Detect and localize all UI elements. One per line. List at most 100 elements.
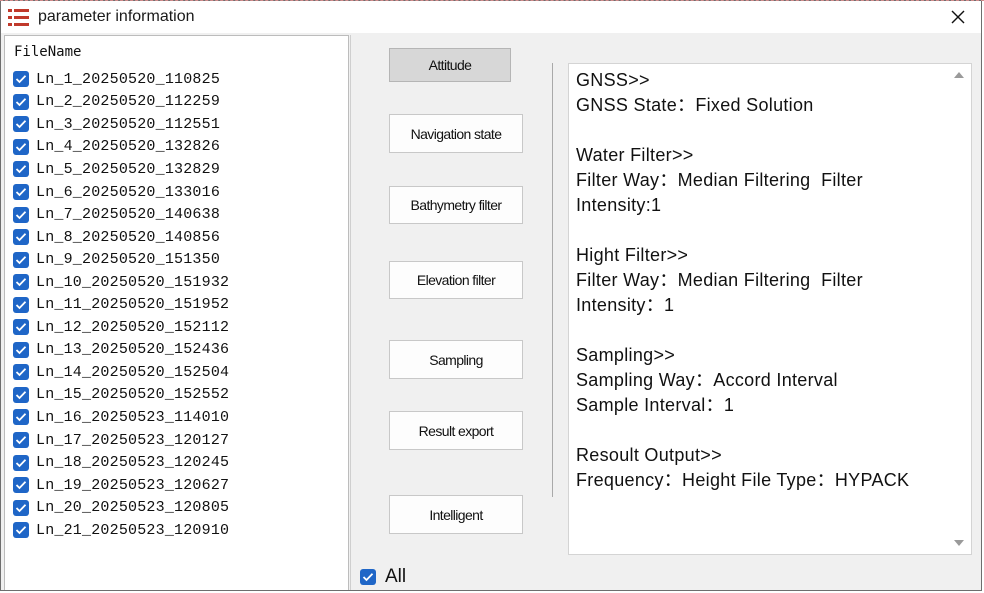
- file-name: Ln_20_20250523_120805: [36, 499, 230, 517]
- file-checkbox[interactable]: [13, 138, 29, 155]
- file-list-item[interactable]: Ln_9_20250520_151350: [13, 248, 229, 271]
- file-checkbox[interactable]: [13, 477, 29, 494]
- file-checkbox[interactable]: [13, 206, 29, 223]
- file-list-item[interactable]: Ln_18_20250523_120245: [13, 451, 229, 474]
- file-checkbox[interactable]: [13, 71, 29, 88]
- file-list-item[interactable]: Ln_19_20250523_120627: [13, 474, 229, 497]
- sampling-button[interactable]: Sampling: [389, 340, 523, 379]
- file-name: Ln_10_20250520_151932: [36, 273, 230, 291]
- file-name: Ln_13_20250520_152436: [36, 341, 230, 359]
- file-list: Ln_1_20250520_110825 Ln_2_20250520_112259…: [13, 68, 229, 541]
- file-list-item[interactable]: Ln_15_20250520_152552: [13, 384, 229, 407]
- file-list-item[interactable]: Ln_13_20250520_152436: [13, 339, 229, 362]
- checkmark-icon: [15, 323, 27, 332]
- checkmark-icon: [15, 436, 27, 445]
- file-checkbox[interactable]: [13, 251, 29, 268]
- intelligent-button[interactable]: Intelligent: [389, 495, 523, 534]
- checkmark-icon: [15, 300, 27, 310]
- app-menu-icon: [8, 9, 29, 26]
- checkmark-icon: [15, 210, 27, 219]
- file-checkbox[interactable]: [13, 364, 29, 381]
- file-checkbox[interactable]: [13, 319, 29, 336]
- info-group-border: [552, 63, 553, 497]
- bathymetry-filter-button[interactable]: Bathymetry filter: [389, 186, 523, 224]
- parameter-info-textbox[interactable]: GNSS>> GNSS State：Fixed Solution Water F…: [568, 63, 972, 555]
- checkmark-icon: [15, 458, 27, 467]
- file-list-item[interactable]: Ln_10_20250520_151932: [13, 271, 229, 294]
- elevation-filter-button[interactable]: Elevation filter: [389, 261, 523, 299]
- file-checkbox[interactable]: [13, 274, 29, 291]
- file-name: Ln_19_20250523_120627: [36, 476, 230, 494]
- file-name: Ln_21_20250523_120910: [36, 521, 230, 539]
- all-checkbox[interactable]: [360, 569, 376, 585]
- file-list-panel[interactable]: FileName Ln_1_20250520_110825 Ln_2_202505…: [4, 35, 349, 590]
- file-list-item[interactable]: Ln_16_20250523_114010: [13, 406, 229, 429]
- file-checkbox[interactable]: [13, 409, 29, 426]
- file-name: Ln_7_20250520_140638: [36, 206, 221, 224]
- checkmark-icon: [15, 481, 27, 490]
- file-checkbox[interactable]: [13, 116, 29, 133]
- checkmark-icon: [15, 97, 27, 107]
- file-checkbox[interactable]: [13, 432, 29, 449]
- file-checkbox[interactable]: [13, 161, 29, 178]
- file-checkbox[interactable]: [13, 454, 29, 471]
- file-list-item[interactable]: Ln_12_20250520_152112: [13, 316, 229, 339]
- file-name: Ln_15_20250520_152552: [36, 386, 230, 404]
- file-list-item[interactable]: Ln_4_20250520_132826: [13, 136, 229, 159]
- file-name: Ln_17_20250523_120127: [36, 431, 230, 449]
- checkmark-icon: [362, 573, 374, 582]
- checkmark-icon: [15, 368, 27, 377]
- checkmark-icon: [15, 233, 27, 242]
- checkmark-icon: [15, 188, 27, 197]
- checkmark-icon: [15, 75, 27, 84]
- file-list-item[interactable]: Ln_20_20250523_120805: [13, 496, 229, 519]
- file-list-item[interactable]: Ln_21_20250523_120910: [13, 519, 229, 542]
- file-checkbox[interactable]: [13, 522, 29, 539]
- file-name: Ln_14_20250520_152504: [36, 363, 230, 381]
- all-checkbox-row[interactable]: All: [360, 566, 406, 588]
- scroll-up-icon[interactable]: [953, 70, 965, 80]
- file-list-item[interactable]: Ln_1_20250520_110825: [13, 68, 229, 91]
- file-name: Ln_4_20250520_132826: [36, 138, 221, 156]
- file-list-header: FileName: [14, 44, 82, 60]
- navigation-state-button[interactable]: Navigation state: [389, 114, 523, 153]
- attitude-button[interactable]: Attitude: [389, 48, 511, 82]
- file-list-item[interactable]: Ln_8_20250520_140856: [13, 226, 229, 249]
- file-list-item[interactable]: Ln_5_20250520_132829: [13, 158, 229, 181]
- checkmark-icon: [15, 391, 27, 400]
- file-name: Ln_3_20250520_112551: [36, 115, 221, 133]
- file-checkbox[interactable]: [13, 296, 29, 313]
- file-list-item[interactable]: Ln_6_20250520_133016: [13, 181, 229, 204]
- file-list-item[interactable]: Ln_11_20250520_151952: [13, 293, 229, 316]
- result-export-button[interactable]: Result export: [389, 411, 523, 450]
- file-name: Ln_12_20250520_152112: [36, 318, 230, 336]
- window-title: parameter information: [38, 8, 195, 25]
- file-checkbox[interactable]: [13, 386, 29, 403]
- file-name: Ln_8_20250520_140856: [36, 228, 221, 246]
- title-bar: parameter information: [1, 1, 981, 33]
- file-list-item[interactable]: Ln_3_20250520_112551: [13, 113, 229, 136]
- scroll-down-icon[interactable]: [953, 538, 965, 548]
- close-icon: [951, 10, 965, 24]
- checkmark-icon: [15, 503, 27, 512]
- file-name: Ln_16_20250523_114010: [36, 408, 230, 426]
- panel-splitter[interactable]: [350, 35, 351, 590]
- close-button[interactable]: [935, 1, 981, 33]
- parameter-information-window: parameter information FileName Ln_1_2025…: [0, 0, 982, 591]
- file-checkbox[interactable]: [13, 93, 29, 110]
- file-name: Ln_6_20250520_133016: [36, 183, 221, 201]
- file-list-item[interactable]: Ln_7_20250520_140638: [13, 203, 229, 226]
- file-checkbox[interactable]: [13, 341, 29, 358]
- file-checkbox[interactable]: [13, 499, 29, 516]
- checkmark-icon: [15, 346, 27, 355]
- checkmark-icon: [15, 120, 27, 129]
- file-list-item[interactable]: Ln_17_20250523_120127: [13, 429, 229, 452]
- file-name: Ln_18_20250523_120245: [36, 454, 230, 472]
- checkmark-icon: [15, 143, 27, 152]
- file-checkbox[interactable]: [13, 229, 29, 246]
- file-list-item[interactable]: Ln_14_20250520_152504: [13, 361, 229, 384]
- file-list-item[interactable]: Ln_2_20250520_112259: [13, 91, 229, 114]
- file-checkbox[interactable]: [13, 184, 29, 200]
- file-name: Ln_9_20250520_151350: [36, 251, 221, 269]
- checkmark-icon: [15, 278, 27, 287]
